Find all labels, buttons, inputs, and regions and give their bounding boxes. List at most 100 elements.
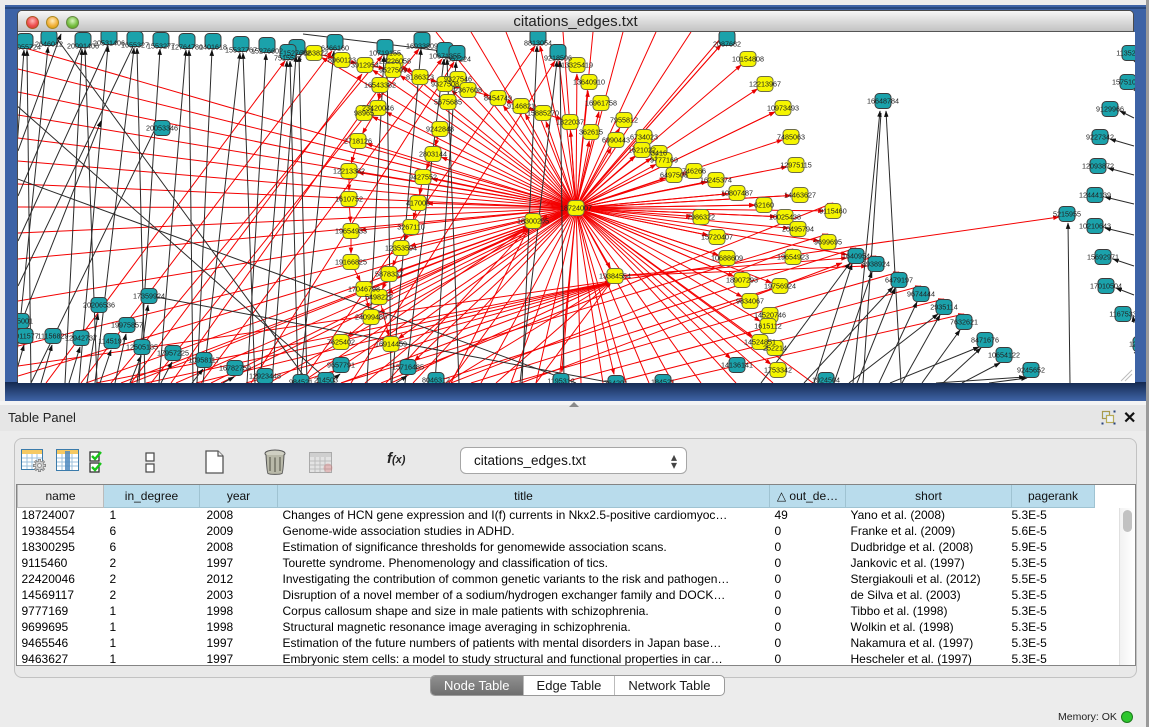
svg-text:7485063: 7485063 [777, 133, 805, 142]
svg-text:835001: 835001 [18, 317, 33, 326]
svg-text:14136141: 14136141 [721, 361, 753, 370]
svg-text:7955812: 7955812 [610, 116, 638, 125]
svg-text:16782759: 16782759 [219, 364, 251, 373]
svg-text:1135212: 1135212 [1116, 49, 1135, 58]
svg-text:9129966: 9129966 [1096, 105, 1124, 114]
svg-text:2718126: 2718126 [344, 137, 372, 146]
svg-text:5675685: 5675685 [434, 98, 462, 107]
svg-text:10025438: 10025438 [769, 213, 801, 222]
svg-text:9699695: 9699695 [814, 238, 842, 247]
svg-text:16914459: 16914459 [375, 340, 407, 349]
svg-text:11156829: 11156829 [38, 332, 69, 341]
svg-text:9245652: 9245652 [1017, 366, 1045, 375]
svg-text:7625402: 7625402 [327, 338, 355, 347]
svg-text:8186323: 8186323 [406, 73, 434, 82]
svg-text:17957225: 17957225 [157, 349, 189, 358]
svg-text:2646012: 2646012 [35, 40, 63, 49]
svg-text:98965: 98965 [354, 109, 374, 118]
svg-text:8471676: 8471676 [971, 336, 999, 345]
svg-text:5878332: 5878332 [375, 270, 403, 279]
svg-text:15692971: 15692971 [1087, 253, 1119, 262]
svg-text:16543382: 16543382 [364, 81, 396, 90]
svg-text:12975115: 12975115 [780, 161, 811, 170]
svg-text:12353594: 12353594 [385, 244, 417, 253]
svg-text:16033809: 16033809 [406, 42, 438, 51]
svg-text:6990443: 6990443 [602, 136, 630, 145]
svg-text:1195312: 1195312 [547, 377, 574, 384]
svg-text:10688609: 10688609 [711, 254, 743, 263]
svg-text:3912954: 3912954 [351, 61, 379, 70]
svg-text:12923448: 12923448 [249, 372, 281, 381]
svg-text:9527509: 9527509 [379, 66, 407, 75]
svg-text:120452: 120452 [1129, 340, 1135, 349]
svg-text:9227342: 9227342 [1086, 133, 1114, 142]
svg-text:2935114: 2935114 [930, 303, 957, 312]
svg-text:7357224: 7357224 [443, 55, 471, 64]
svg-text:10210643: 10210643 [1079, 222, 1111, 231]
svg-text:14463627: 14463627 [784, 191, 816, 200]
svg-text:1401618: 1401618 [199, 43, 227, 52]
svg-text:7515524: 7515524 [274, 54, 302, 63]
svg-text:13325419: 13325419 [561, 61, 593, 70]
svg-text:19654933: 19654933 [335, 227, 367, 236]
svg-text:9674444: 9674444 [907, 290, 935, 299]
svg-text:8938924: 8938924 [862, 260, 890, 269]
svg-text:2087682: 2087682 [713, 40, 741, 49]
svg-text:16961758: 16961758 [585, 99, 617, 108]
svg-text:9242848: 9242848 [426, 125, 454, 134]
svg-text:1615112: 1615112 [754, 322, 781, 331]
svg-text:7663822: 7663822 [300, 49, 328, 58]
svg-text:2803144: 2803144 [419, 150, 447, 159]
svg-text:18724007: 18724007 [560, 204, 592, 213]
svg-text:1145191: 1145191 [98, 337, 125, 346]
svg-text:9115460: 9115460 [819, 207, 846, 216]
svg-text:15716485: 15716485 [392, 363, 424, 372]
svg-text:10958117: 10958117 [188, 356, 219, 365]
svg-text:10154808: 10154808 [732, 55, 764, 64]
svg-text:18300295: 18300295 [517, 217, 549, 226]
svg-text:10654122: 10654122 [988, 351, 1020, 360]
svg-text:252214: 252214 [763, 344, 787, 353]
svg-text:1655327: 1655327 [121, 41, 149, 50]
svg-text:7632621: 7632621 [950, 318, 978, 327]
svg-text:1610752: 1610752 [335, 195, 363, 204]
svg-text:362615: 362615 [579, 128, 603, 137]
svg-text:9327546: 9327546 [444, 75, 472, 84]
svg-text:16648784: 16648784 [867, 97, 899, 106]
svg-text:3267110: 3267110 [397, 223, 424, 232]
svg-text:6734023: 6734023 [630, 133, 658, 142]
svg-text:12942737: 12942737 [65, 334, 97, 343]
svg-text:12213967: 12213967 [749, 80, 781, 89]
svg-text:20053346: 20053346 [146, 124, 178, 133]
svg-text:14520746: 14520746 [754, 311, 786, 320]
svg-text:1924504: 1924504 [812, 376, 840, 384]
svg-text:2367608: 2367608 [454, 86, 482, 95]
svg-text:9777169: 9777169 [650, 156, 678, 165]
svg-text:12213382: 12213382 [333, 167, 365, 176]
svg-text:19384554: 19384554 [599, 272, 631, 281]
svg-text:9657791: 9657791 [327, 361, 355, 370]
svg-text:6479197: 6479197 [885, 276, 913, 285]
svg-text:15885270: 15885270 [527, 109, 559, 118]
svg-text:1753342: 1753342 [764, 366, 792, 375]
svg-text:19975857: 19975857 [111, 321, 143, 330]
svg-text:7986322: 7986322 [687, 213, 715, 222]
svg-text:19756924: 19756924 [764, 282, 796, 291]
svg-text:12505135: 12505135 [126, 343, 158, 352]
svg-text:17010504: 17010504 [1090, 282, 1122, 291]
svg-text:9834067: 9834067 [736, 297, 764, 306]
svg-text:12093872: 12093872 [1082, 162, 1114, 171]
svg-text:764201: 764201 [604, 379, 628, 384]
svg-text:23226058: 23226058 [379, 57, 411, 66]
svg-text:5215955: 5215955 [1053, 210, 1081, 219]
svg-text:17359924: 17359924 [133, 292, 165, 301]
svg-text:15751074: 15751074 [1112, 78, 1135, 87]
svg-text:3911577: 3911577 [18, 332, 39, 341]
svg-text:984521: 984521 [289, 378, 313, 384]
svg-text:8046312: 8046312 [422, 376, 450, 384]
svg-text:1167533: 1167533 [1109, 310, 1135, 319]
svg-text:13640910: 13640910 [573, 78, 605, 87]
svg-text:10807487: 10807487 [721, 189, 753, 198]
svg-text:10973493: 10973493 [767, 104, 799, 113]
svg-text:5498222: 5498222 [365, 293, 393, 302]
